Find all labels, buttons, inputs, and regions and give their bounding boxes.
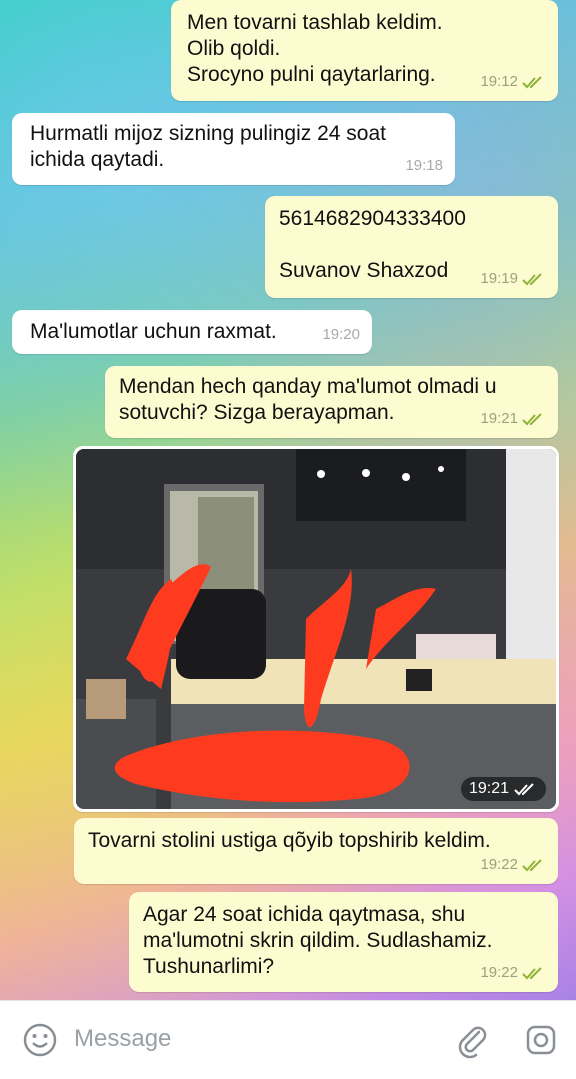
message-time: 19:20 xyxy=(322,326,360,343)
message-bubble-incoming[interactable]: Hurmatli mijoz sizning pulingiz 24 soat … xyxy=(12,113,455,185)
message-bubble-outgoing[interactable]: Tovarni stolini ustiga qõyib topshirib k… xyxy=(74,818,558,884)
photo-meta: 19:21 xyxy=(460,777,546,801)
double-check-icon xyxy=(522,273,542,286)
message-meta: 19:20 xyxy=(322,322,360,348)
message-bubble-outgoing[interactable]: 5614682904333400 Suvanov Shaxzod 19:19 xyxy=(265,196,558,298)
message-time: 19:18 xyxy=(405,157,443,174)
double-check-icon xyxy=(514,783,534,796)
shared-photo[interactable]: 19:21 xyxy=(76,449,556,809)
message-meta: 19:22 xyxy=(480,852,546,878)
message-time: 19:21 xyxy=(468,780,509,797)
message-meta: 19:22 xyxy=(480,960,546,986)
message-text: Tovarni stolini ustiga qõyib topshirib k… xyxy=(88,829,491,852)
message-meta: 19:19 xyxy=(480,266,546,292)
message-meta: 19:18 xyxy=(405,153,443,179)
message-text: Ma'lumotlar uchun raxmat. xyxy=(30,320,277,343)
message-bubble-outgoing[interactable]: Men tovarni tashlab keldim. Olib qoldi. … xyxy=(171,0,558,101)
message-bubble-outgoing[interactable]: Mendan hech qanday ma'lumot olmadi u sot… xyxy=(105,366,558,438)
message-input[interactable]: Message xyxy=(74,1025,171,1053)
photo-message[interactable]: 19:21 xyxy=(73,446,559,812)
message-bubble-outgoing[interactable]: Agar 24 soat ichida qaytmasa, shu ma'lum… xyxy=(129,892,558,992)
message-time: 19:12 xyxy=(480,73,518,90)
message-time: 19:19 xyxy=(480,270,518,287)
message-time: 19:22 xyxy=(480,964,518,981)
message-meta: 19:12 xyxy=(480,69,546,95)
double-check-icon xyxy=(522,859,542,872)
message-text: Hurmatli mijoz sizning pulingiz 24 soat … xyxy=(30,122,386,171)
message-time: 19:21 xyxy=(480,410,518,427)
double-check-icon xyxy=(522,967,542,980)
photo-image xyxy=(76,449,556,809)
message-time: 19:22 xyxy=(480,856,518,873)
double-check-icon xyxy=(522,76,542,89)
message-meta: 19:21 xyxy=(480,406,546,432)
camera-icon[interactable] xyxy=(521,1020,561,1060)
emoji-icon[interactable] xyxy=(20,1020,60,1060)
message-bubble-incoming[interactable]: Ma'lumotlar uchun raxmat. 19:20 xyxy=(12,310,372,354)
double-check-icon xyxy=(522,413,542,426)
message-input-bar: Message xyxy=(0,1000,576,1079)
attach-icon[interactable] xyxy=(452,1020,492,1060)
